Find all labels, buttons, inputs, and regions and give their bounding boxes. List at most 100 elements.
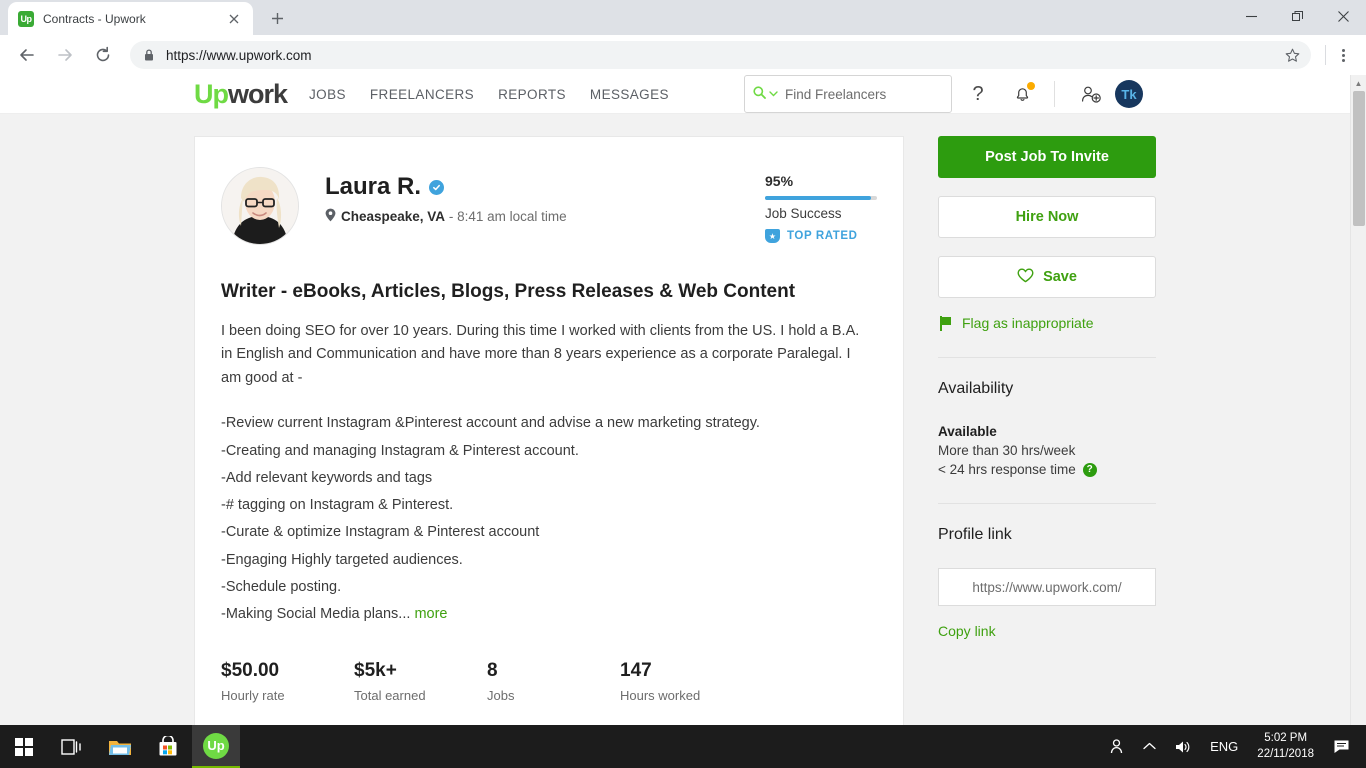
profile-description: I been doing SEO for over 10 years. Duri…	[221, 323, 860, 386]
scroll-up-arrow-icon[interactable]: ▲	[1351, 75, 1366, 91]
flag-as-inappropriate-link[interactable]: Flag as inappropriate	[938, 315, 1156, 331]
chevron-down-icon[interactable]	[769, 89, 778, 99]
page-title: Laura R.	[325, 173, 422, 200]
minimize-icon[interactable]	[1228, 0, 1274, 32]
show-more-link[interactable]: more	[414, 606, 447, 622]
freelancer-name-row: Laura R.	[325, 173, 567, 201]
stat-value: 147	[620, 660, 652, 682]
stat-total-earned: $5k+ Total earned	[354, 660, 487, 703]
list-item: -Engaging Highly targeted audiences.	[221, 551, 463, 568]
local-time-text: - 8:41 am local time	[448, 209, 567, 224]
job-success-percent: 95%	[765, 173, 794, 189]
browser-tab[interactable]: Up Contracts - Upwork	[8, 2, 253, 35]
copy-link-button[interactable]: Copy link	[938, 623, 1156, 639]
toolbar-divider	[1325, 45, 1326, 65]
system-tray: ENG 5:02 PM 22/11/2018	[1099, 725, 1366, 768]
bell-icon[interactable]	[1004, 76, 1040, 112]
question-circle-icon[interactable]: ?	[1082, 462, 1097, 477]
post-job-to-invite-button[interactable]: Post Job To Invite	[938, 136, 1156, 178]
windows-start-icon[interactable]	[0, 725, 48, 768]
job-success-bar	[765, 196, 877, 200]
page-content: Laura R. Cheaspeake, VA - 8:41 am local …	[0, 114, 1350, 725]
nav-item-messages[interactable]: MESSAGES	[590, 87, 669, 102]
file-explorer-icon[interactable]	[96, 725, 144, 768]
job-success-label: Job Success	[765, 206, 842, 221]
three-dot-menu-icon[interactable]	[1328, 40, 1358, 70]
tab-strip: Up Contracts - Upwork	[0, 0, 1366, 35]
task-view-icon[interactable]	[48, 725, 96, 768]
microsoft-store-icon[interactable]	[144, 725, 192, 768]
search-placeholder: Find Freelancers	[785, 86, 887, 102]
top-rated-badge: ★ TOP RATED	[765, 229, 877, 243]
logo-up-text: Up	[194, 78, 229, 109]
nav-item-freelancers[interactable]: FREELANCERS	[370, 87, 474, 102]
profile-link-field[interactable]: https://www.upwork.com/	[938, 568, 1156, 606]
language-indicator[interactable]: ENG	[1201, 725, 1247, 768]
add-user-icon[interactable]	[1073, 76, 1109, 112]
list-item: -Creating and managing Instagram & Pinte…	[221, 442, 579, 459]
star-icon[interactable]	[1279, 42, 1305, 68]
response-time-text: < 24 hrs response time	[938, 462, 1076, 477]
search-input[interactable]: Find Freelancers	[744, 75, 952, 113]
top-rated-label: TOP RATED	[787, 230, 858, 242]
save-button[interactable]: Save	[938, 256, 1156, 298]
taskbar-clock[interactable]: 5:02 PM 22/11/2018	[1247, 731, 1324, 762]
url-text: https://www.upwork.com	[166, 47, 312, 63]
location-text: Cheaspeake, VA	[341, 209, 446, 224]
upwork-logo[interactable]: Upwork	[194, 78, 288, 109]
stat-label: Hours worked	[620, 688, 701, 704]
stat-hourly-rate: $50.00 Hourly rate	[221, 660, 354, 703]
nav-item-jobs[interactable]: JOBS	[309, 87, 346, 102]
browser-window: Up Contracts - Upwork https://www.upwork…	[0, 0, 1366, 725]
restore-icon[interactable]	[1274, 0, 1320, 32]
windows-taskbar: Up ENG 5:02 PM 22/11/2018	[0, 725, 1366, 768]
stat-label: Total earned	[354, 688, 426, 704]
close-window-icon[interactable]	[1320, 0, 1366, 32]
upwork-app-icon[interactable]: Up	[192, 725, 240, 768]
site-header: Upwork JOBS FREELANCERS REPORTS MESSAGES	[0, 75, 1350, 114]
upwork-favicon: Up	[18, 10, 34, 27]
stat-value: 8	[487, 660, 498, 682]
avatar[interactable]: Tk	[1115, 80, 1143, 108]
profile-photo	[221, 167, 299, 245]
forward-icon[interactable]	[48, 38, 82, 72]
search-icon	[753, 86, 766, 102]
page-scrollbar[interactable]: ▲	[1350, 75, 1366, 725]
list-item-last: -Making Social Media plans... more	[221, 601, 877, 628]
nav-item-reports[interactable]: REPORTS	[498, 87, 566, 102]
list-item: -Curate & optimize Instagram & Pinterest…	[221, 524, 540, 541]
list-item: -Add relevant keywords and tags	[221, 469, 433, 486]
volume-icon[interactable]	[1165, 725, 1201, 768]
stat-label: Hourly rate	[221, 688, 285, 704]
flag-label: Flag as inappropriate	[962, 315, 1094, 331]
close-icon[interactable]	[225, 10, 243, 28]
notification-dot	[1027, 82, 1035, 90]
list-item: -# tagging on Instagram & Pinterest.	[221, 497, 454, 514]
main-nav: JOBS FREELANCERS REPORTS MESSAGES	[309, 87, 669, 102]
stat-label: Jobs	[487, 688, 515, 704]
hire-now-button[interactable]: Hire Now	[938, 196, 1156, 238]
reload-icon[interactable]	[86, 38, 120, 72]
action-center-icon[interactable]	[1324, 725, 1360, 768]
availability-title: Availability	[938, 380, 1014, 397]
clock-date: 22/11/2018	[1257, 747, 1314, 760]
help-icon[interactable]: ?	[960, 76, 996, 112]
location-row: Cheaspeake, VA - 8:41 am local time	[325, 208, 567, 225]
new-tab-plus-icon[interactable]	[263, 4, 291, 32]
address-bar[interactable]: https://www.upwork.com	[130, 41, 1311, 69]
availability-status: Available	[938, 424, 997, 439]
list-item: -Review current Instagram &Pinterest acc…	[221, 415, 760, 432]
profile-link-title: Profile link	[938, 526, 1012, 543]
divider	[938, 357, 1156, 358]
show-hidden-icons-icon[interactable]	[1134, 725, 1165, 768]
heart-icon	[1017, 268, 1034, 287]
profile-meta: Laura R. Cheaspeake, VA - 8:41 am local …	[325, 167, 567, 225]
stat-value: $5k+	[354, 660, 397, 682]
logo-work-text: work	[228, 78, 288, 109]
back-icon[interactable]	[10, 38, 44, 72]
scrollbar-thumb[interactable]	[1353, 91, 1365, 226]
last-bullet-text: -Making Social Media plans...	[221, 606, 411, 623]
location-pin-icon	[325, 208, 336, 225]
clock-time: 5:02 PM	[1264, 731, 1308, 744]
people-icon[interactable]	[1099, 725, 1134, 768]
